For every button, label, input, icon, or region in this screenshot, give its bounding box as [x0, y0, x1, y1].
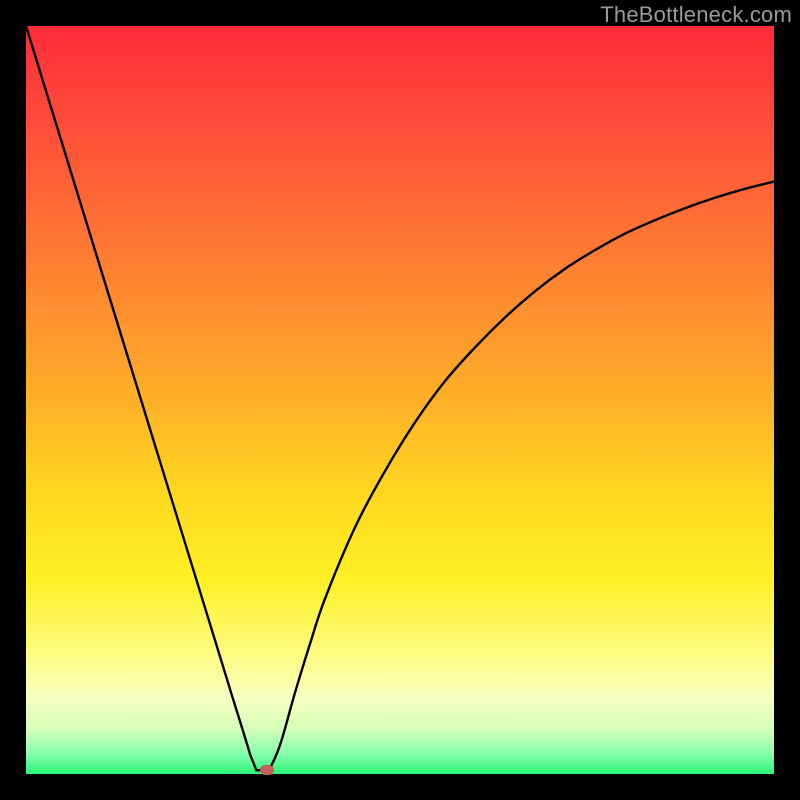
- bottleneck-curve: [26, 26, 774, 774]
- chart-frame: TheBottleneck.com: [0, 0, 800, 800]
- plot-area: [26, 26, 774, 774]
- optimum-marker: [260, 765, 274, 775]
- watermark-text: TheBottleneck.com: [600, 2, 792, 28]
